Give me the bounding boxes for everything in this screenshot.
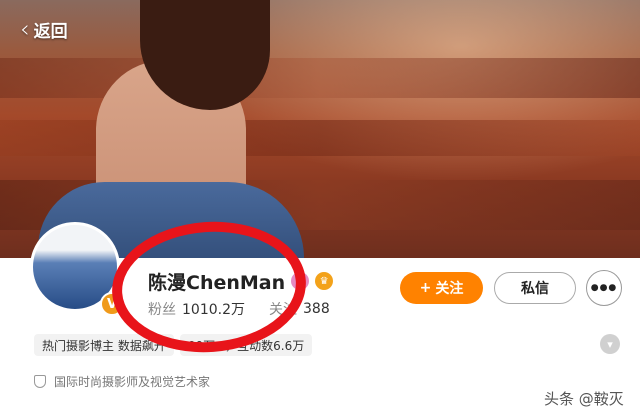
following-label[interactable]: 关注	[269, 299, 297, 319]
tag-hot-photographer[interactable]: 热门摄影博主 数据飙升	[34, 334, 174, 356]
chevron-down-icon[interactable]: ▾	[600, 334, 620, 354]
crown-badge-icon[interactable]: ♛	[315, 272, 334, 290]
profile-name: 陈漫ChenMan	[148, 271, 286, 294]
more-options-button[interactable]: ●●●	[586, 270, 622, 306]
tag-interaction-stats[interactable]: 00万+，互动数6.6万	[179, 334, 313, 356]
cover-image	[0, 0, 640, 258]
canyon-ridge	[0, 58, 640, 98]
following-count[interactable]: 388	[303, 301, 330, 317]
follow-button[interactable]: + 关注	[400, 272, 483, 304]
profile-stats: 粉丝 1010.2万 关注 388	[148, 298, 330, 320]
follow-label: 关注	[435, 281, 464, 297]
more-dots-icon: ●●●	[590, 283, 618, 293]
profile-intro: 国际时尚摄影师及视觉艺术家	[34, 372, 210, 390]
vip-badge-icon[interactable]: P	[291, 272, 310, 290]
back-button[interactable]: ‹ 返回	[20, 16, 68, 42]
tags-row: 热门摄影博主 数据飙升 00万+，互动数6.6万	[34, 334, 313, 356]
watermark-text: 头条 @鞍灭	[540, 388, 628, 409]
back-label: 返回	[33, 21, 68, 42]
message-button[interactable]: 私信	[494, 272, 576, 304]
verified-v-icon: V	[100, 292, 124, 316]
shield-icon	[34, 374, 46, 388]
fans-label[interactable]: 粉丝	[148, 299, 176, 319]
plus-icon: +	[419, 280, 432, 296]
intro-text: 国际时尚摄影师及视觉艺术家	[54, 374, 211, 389]
fans-count[interactable]: 1010.2万	[182, 299, 245, 319]
profile-name-row: 陈漫ChenMan P ♛	[148, 268, 334, 294]
message-label: 私信	[521, 281, 549, 297]
chevron-left-icon: ‹	[20, 15, 30, 43]
